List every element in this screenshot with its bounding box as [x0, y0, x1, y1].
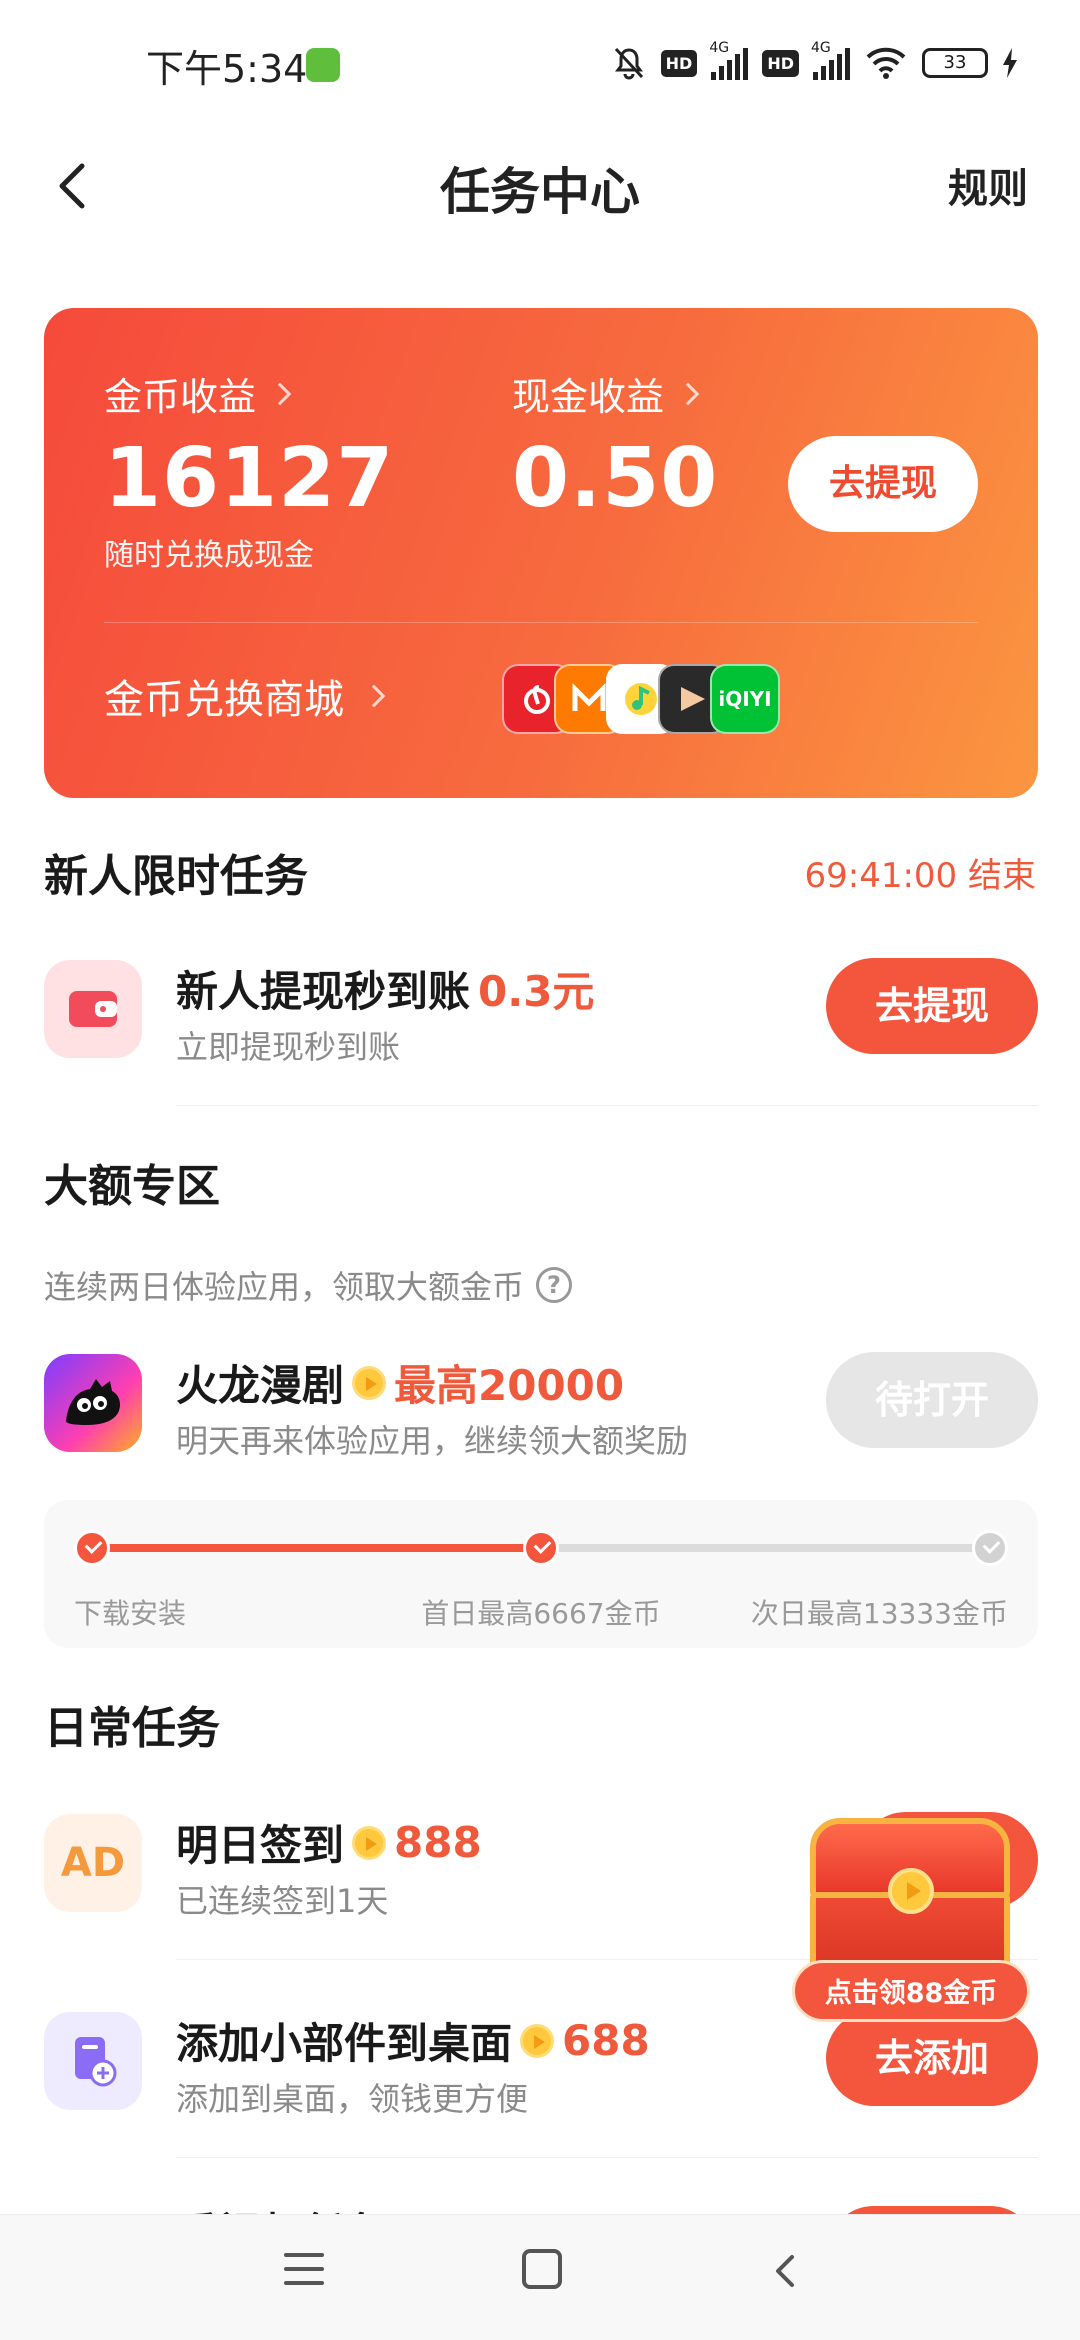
add-widget-icon [44, 2012, 142, 2110]
coin-mall-label: 金币兑换商城 [104, 677, 344, 723]
task-reward: 888 [394, 1818, 482, 1867]
treasure-chest-float[interactable]: 点击领88金币 [792, 1788, 1036, 2058]
progress-step-done-icon [74, 1530, 110, 1566]
task-title: 明日签到 [176, 1821, 345, 1870]
battery-icon: 33 [922, 48, 988, 78]
home-icon[interactable] [522, 2249, 562, 2289]
progress-fill [90, 1544, 541, 1552]
help-icon[interactable]: ? [536, 1267, 573, 1303]
rules-link[interactable]: 规则 [948, 156, 1028, 214]
iqiyi-icon: iQIYI [710, 664, 780, 734]
iqiyi-logo-text: iQIYI [718, 687, 772, 711]
withdraw-button[interactable]: 去提现 [788, 436, 978, 532]
hd-badge-2: HD [762, 49, 799, 77]
task-subtitle: 明天再来体验应用，继续领大额奖励 [176, 1422, 689, 1460]
signal-icon-2: 4G [811, 40, 850, 80]
countdown-timer: 69:41:00 结束 [804, 856, 1036, 896]
system-nav-bar [0, 2214, 1080, 2340]
big-note-text: 连续两日体验应用，领取大额金币 [44, 1268, 525, 1306]
coin-icon [352, 1365, 387, 1400]
big-section-title: 大额专区 [44, 1161, 220, 1212]
status-time: 下午5:34 [146, 47, 308, 91]
pending-open-button[interactable]: 待打开 [826, 1352, 1038, 1448]
hd-badge-1: HD [660, 49, 698, 77]
progress-step-label: 下载安装 [74, 1597, 187, 1630]
chest-coin-icon [888, 1868, 934, 1914]
chest-reward-label[interactable]: 点击领88金币 [792, 1960, 1030, 2022]
coin-earnings[interactable]: 金币收益 16127 随时兑换成现金 [104, 366, 394, 574]
top-nav: 任务中心 规则 [0, 130, 1080, 240]
earnings-card: 金币收益 16127 随时兑换成现金 现金收益 0.50 去提现 金币兑换商城 [44, 308, 1038, 798]
task-subtitle: 添加到桌面，领钱更方便 [176, 2080, 529, 2118]
cash-earnings[interactable]: 现金收益 0.50 [512, 366, 718, 526]
task-title: 火龙漫剧 [176, 1361, 345, 1410]
chevron-right-icon [676, 382, 700, 405]
divider [104, 622, 978, 623]
menu-icon[interactable] [284, 2253, 324, 2289]
status-bar: 下午5:34 HD 4G HD 4G 33 [0, 0, 1080, 130]
network-label-2: 4G [811, 40, 831, 56]
task-subtitle: 立即提现秒到账 [176, 1028, 401, 1066]
progress-step-label: 首日最高6667金币 [421, 1597, 661, 1630]
daily-section-title: 日常任务 [44, 1703, 220, 1754]
ad-icon-text: AD [60, 1840, 126, 1886]
status-icons: HD 4G HD 4G 33 [611, 40, 1018, 86]
task-reward: 最高20000 [394, 1361, 625, 1410]
chevron-right-icon [268, 382, 292, 405]
trial-progress: 下载安装 首日最高6667金币 次日最高13333金币 [44, 1500, 1038, 1648]
ad-icon: AD [44, 1814, 142, 1912]
battery-level: 33 [943, 52, 967, 73]
cash-earnings-label: 现金收益 [512, 375, 665, 419]
newbie-section-title: 新人限时任务 [44, 851, 308, 902]
coin-earnings-value: 16127 [104, 431, 395, 526]
signal-icon-1: 4G [709, 40, 749, 80]
wifi-icon [866, 47, 906, 79]
newbie-withdraw-button[interactable]: 去提现 [826, 958, 1038, 1054]
mute-bell-icon [614, 47, 643, 80]
divider [176, 1105, 1038, 1106]
network-label-1: 4G [709, 40, 730, 56]
coin-icon [352, 1825, 387, 1860]
newbie-withdraw-task: 新人提现秒到账 0.3元 立即提现秒到账 去提现 [44, 936, 1038, 1106]
coin-mall-row[interactable]: 金币兑换商城 iQIYI [104, 656, 780, 736]
charging-icon [1003, 48, 1017, 78]
task-title: 添加小部件到桌面 [176, 2019, 513, 2068]
task-subtitle: 已连续签到1天 [176, 1882, 389, 1920]
huolong-app-icon [44, 1354, 142, 1452]
mall-icons: iQIYI [502, 664, 780, 734]
progress-step-done-icon [523, 1530, 559, 1566]
task-reward: 0.3元 [478, 967, 595, 1016]
back-icon[interactable] [766, 2251, 806, 2291]
app-notification-icon [306, 48, 340, 82]
wallet-icon [44, 960, 142, 1058]
chevron-right-icon [362, 684, 386, 708]
task-title: 新人提现秒到账 [176, 967, 471, 1016]
task-reward: 688 [562, 2016, 650, 2065]
big-section-note: 连续两日体验应用，领取大额金币 ? [44, 1262, 573, 1308]
app-trial-task: 火龙漫剧 最高20000 明天再来体验应用，继续领大额奖励 待打开 [44, 1330, 1038, 1500]
cash-earnings-value: 0.50 [512, 431, 719, 526]
divider [176, 2157, 1038, 2158]
progress-step-label: 次日最高13333金币 [750, 1597, 1008, 1630]
coin-icon [520, 2023, 555, 2058]
page-title: 任务中心 [440, 163, 640, 221]
coin-earnings-subtitle: 随时兑换成现金 [104, 538, 314, 573]
coin-earnings-label: 金币收益 [104, 375, 257, 419]
progress-step-pending-icon [972, 1530, 1008, 1566]
